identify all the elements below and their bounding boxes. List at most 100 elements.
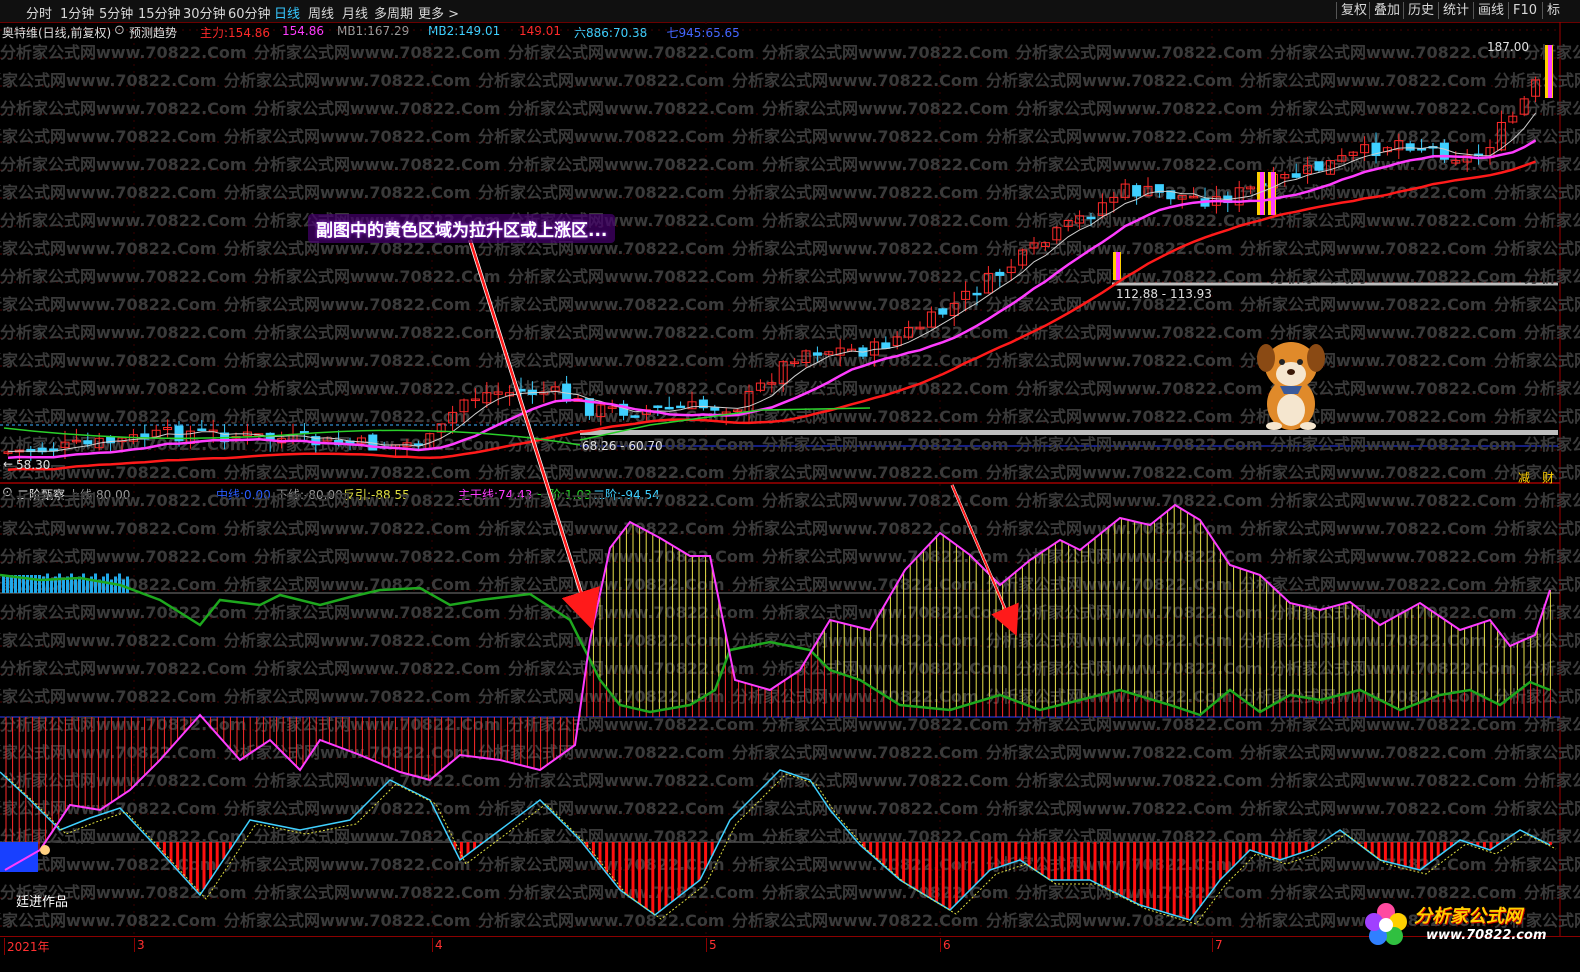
watermark-text: 分析家公式网www.70822.Com [762,211,1009,230]
watermark-text: 分析家公式网www.70822.Com [1016,491,1263,510]
watermark-text: 分析家公式网www.70822.Com [478,631,725,650]
watermark-text: 分析家公式网www.70822.Com [986,127,1233,146]
watermark-text: 分析家公式网www.70822.Com [1494,127,1580,146]
watermark-text: 分析家公式网www.70822.Com [1016,435,1263,454]
watermark-text: 分析家公式网www.70822.Com [254,323,501,342]
watermark-text: 分析家公式网www.70822.Com [224,911,471,930]
watermark-text: 分析家公式网www.70822.Com [0,155,247,174]
watermark-text: 分析家公式网www.70822.Com [1524,379,1580,398]
watermark-text: 分析家公式网www.70822.Com [224,687,471,706]
watermark-text: 分析家公式网www.70822.Com [508,43,755,62]
watermark-text: 分析家公式网www.70822.Com [0,659,247,678]
blue-block [0,842,38,872]
watermark-text: 分析家公式网www.70822.Com [1270,603,1517,622]
watermark-text: 分析家公式网www.70822.Com [254,267,501,286]
watermark-text: 分析家公式网www.70822.Com [1016,379,1263,398]
watermark-text: 分析家公式网www.70822.Com [478,799,725,818]
watermark-text: 分析家公式网www.70822.Com [986,407,1233,426]
watermark-text: 分析家公式网www.70822.Com [254,603,501,622]
watermark-text: 分析家公式网www.70822.Com [1494,855,1580,874]
kline-chart-canvas[interactable]: 分析家公式网www.70822.Com 分析家公式网www.70822.Com 分析… [0,0,1580,972]
watermark-text: 分析家公式网www.70822.Com [1016,659,1263,678]
candle-body [1291,173,1301,178]
cyan-bar [118,573,121,593]
cyan-bar [74,579,77,593]
watermark-text: 分析家公式网www.70822.Com [478,71,725,90]
watermark-text: 分析家公式网www.70822.Com [1524,771,1580,790]
candle-body [1405,143,1415,151]
watermark-text: 分析家公式网www.70822.Com [254,43,501,62]
watermark-text: 分析家公式网www.70822.Com [1240,239,1487,258]
candle-body [938,308,948,315]
watermark-text: 分析家公式网www.70822.Com [1240,743,1487,762]
tag-jian[interactable]: 减 [1518,469,1530,486]
cyan-bar [102,576,105,593]
author-label: 廷进作品 [16,895,69,910]
watermark-text: 分析家公式网www.70822.Com [1240,799,1487,818]
watermark-text: 分析家公式网www.70822.Com [1240,855,1487,874]
watermark-text: 分析家公式网www.70822.Com [478,519,725,538]
watermark-text: 分析家公式网www.70822.Com [508,715,755,734]
candle-body [995,271,1005,276]
watermark-text: 分析家公式网www.70822.Com [0,687,217,706]
annotation-text: 副图中的黄色区域为拉升区或上涨区... [308,214,616,243]
watermark-text: 分析家公式网www.70822.Com [478,351,725,370]
watermark-text: 分析家公式网www.70822.Com [508,379,755,398]
watermark-text: 分析家公式网www.70822.Com [732,239,979,258]
watermark-text: 分析家公式网www.70822.Com [224,463,471,482]
cyan-bar [94,573,97,593]
tag-cai[interactable]: 财 [1542,469,1554,486]
watermark-text: 分析家公式网www.70822.Com [508,603,755,622]
candle-body [881,342,891,349]
watermark-text: 分析家公式网www.70822.Com [1240,631,1487,650]
watermark-text: 分析家公式网www.70822.Com [224,631,471,650]
watermark-text: 分析家公式网www.70822.Com [732,463,979,482]
watermark-text: 分析家公式网www.70822.Com [732,855,979,874]
highlight-candle-inner [1116,252,1120,280]
watermark-text: 分析家公式网www.70822.Com [508,883,755,902]
watermark-text: 分析家公式网www.70822.Com [762,771,1009,790]
watermark-text: 分析家公式网www.70822.Com [0,323,247,342]
watermark-text: 分析家公式网www.70822.Com [508,99,755,118]
cyan-bar [110,579,113,593]
watermark-text: 分析家公式网www.70822.Com [762,603,1009,622]
watermark-text: 分析家公式网www.70822.Com [1524,715,1580,734]
watermark-text: 分析家公式网www.70822.Com [1494,295,1580,314]
watermark-text: 分析家公式网www.70822.Com [224,519,471,538]
candle-body [710,407,720,411]
watermark-text: 分析家公式网www.70822.Com [732,631,979,650]
watermark-text: 分析家公式网www.70822.Com [508,771,755,790]
watermark-text: 分析家公式网www.70822.Com [224,407,471,426]
watermark-text: 分析家公式网www.70822.Com [732,183,979,202]
watermark-text: 分析家公式网www.70822.Com [986,351,1233,370]
watermark-text: 分析家公式网www.70822.Com [1494,183,1580,202]
price-high-label: 187.00 [1487,40,1529,54]
highlight-candle-inner [1271,172,1275,215]
watermark-text: 分析家公式网www.70822.Com [1494,463,1580,482]
site-logo: 分析家公式网 www.70822.com [1360,898,1556,950]
watermark-text: 分析家公式网www.70822.Com [986,183,1233,202]
range-label-upper: 112.88 - 113.93 [1116,287,1212,301]
date-tick-4: 6 [940,938,951,952]
date-tick-5: 7 [1212,938,1223,952]
watermark-text: 分析家公式网www.70822.Com [1524,491,1580,510]
cyan-bar [82,573,85,593]
watermark-text: 分析家公式网www.70822.Com [986,743,1233,762]
watermark-text: 分析家公式网www.70822.Com [478,295,725,314]
date-tick-1: 3 [134,938,145,952]
watermark-text: 分析家公式网www.70822.Com [1524,603,1580,622]
watermark-text: 分析家公式网www.70822.Com [254,827,501,846]
logo-url: www.70822.com [1426,928,1547,943]
watermark-text: 分析家公式网www.70822.Com [224,295,471,314]
watermark-text: 分析家公式网www.70822.Com [224,71,471,90]
watermark-text: 分析家公式网www.70822.Com [254,659,501,678]
watermark-text: 分析家公式网www.70822.Com [1494,351,1580,370]
watermark-text: 分析家公式网www.70822.Com [0,267,247,286]
watermark-text: 分析家公式网www.70822.Com [1494,743,1580,762]
highlight-candle-inner [1260,172,1264,215]
watermark-text: 分析家公式网www.70822.Com [1524,435,1580,454]
watermark-text: 分析家公式网www.70822.Com [1240,127,1487,146]
candle-body [676,405,686,409]
watermark-text: 分析家公式网www.70822.Com [1270,211,1517,230]
watermark-text: 分析家公式网www.70822.Com [1240,463,1487,482]
